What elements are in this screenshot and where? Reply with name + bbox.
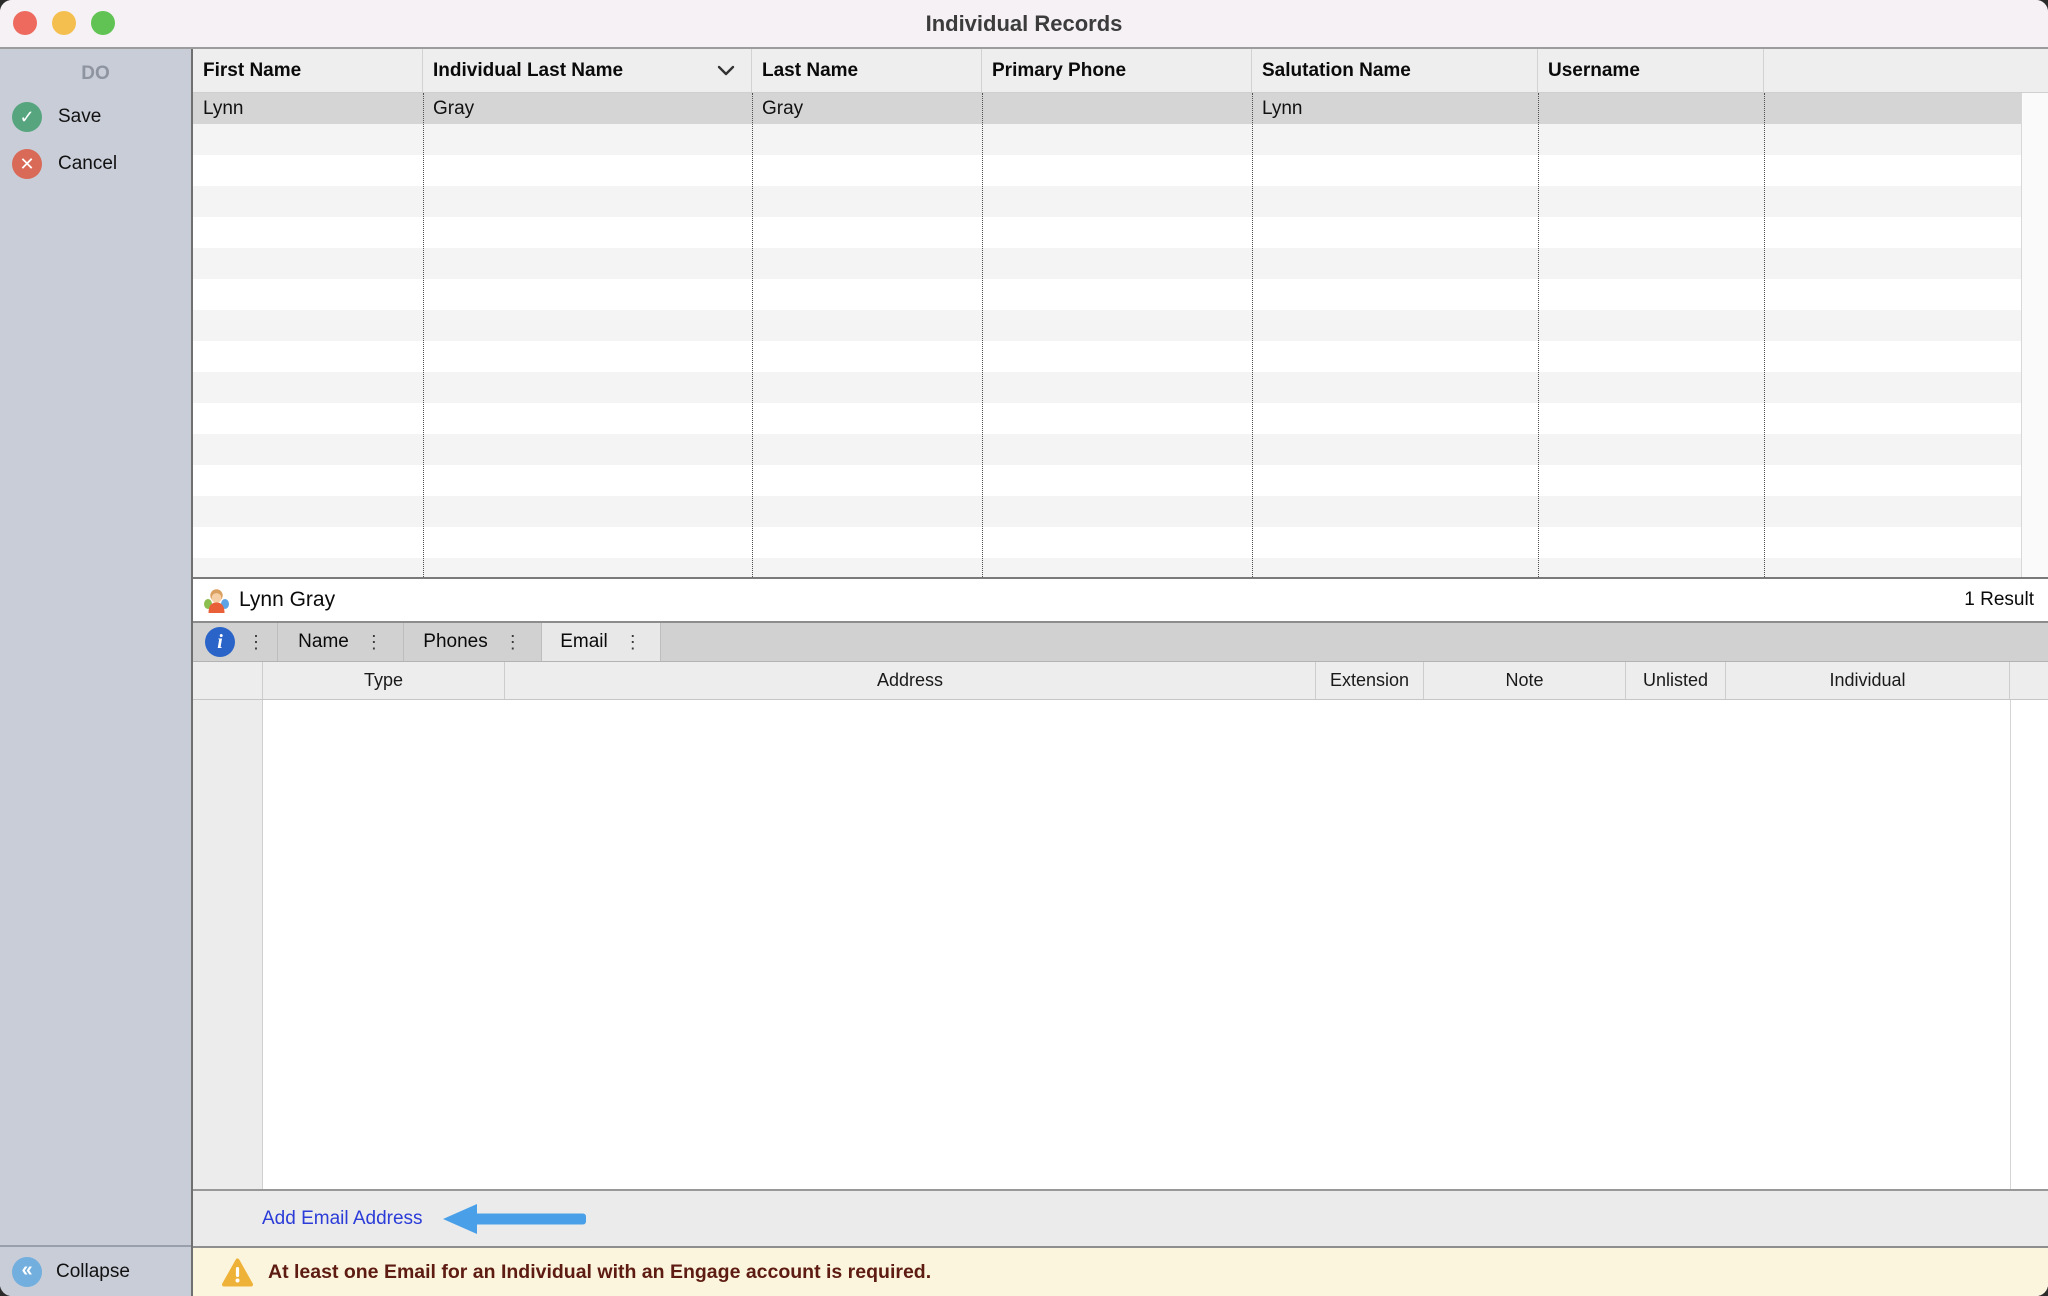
column-header-label: Address [877, 670, 943, 691]
column-header-individual-last-name[interactable]: Individual Last Name [423, 49, 752, 92]
save-button[interactable]: ✓ Save [0, 102, 191, 132]
cell-username [1538, 93, 1764, 124]
column-header-label: Salutation Name [1262, 60, 1411, 82]
sidebar-header: DO [0, 49, 191, 85]
column-header-label: Individual [1829, 670, 1905, 691]
minimize-button[interactable] [52, 11, 76, 35]
column-header-label: Individual Last Name [433, 60, 623, 82]
cell-primary-phone [982, 93, 1252, 124]
column-header-label: Primary Phone [992, 60, 1126, 82]
email-column-individual[interactable]: Individual [1726, 662, 2010, 699]
cell-first-name: Lynn [193, 93, 423, 124]
email-column-type[interactable]: Type [263, 662, 505, 699]
column-header-label: First Name [203, 60, 301, 82]
column-header-first-name[interactable]: First Name [193, 49, 423, 92]
column-header-label: Last Name [762, 60, 858, 82]
window-controls [13, 11, 115, 35]
x-icon: ✕ [12, 149, 42, 179]
column-header-label: Unlisted [1643, 670, 1708, 691]
records-table-header: First Name Individual Last Name Last Nam… [193, 49, 2048, 93]
scrollbar-track[interactable] [2021, 93, 2048, 577]
cancel-label: Cancel [58, 153, 117, 175]
tab-menu-icon[interactable]: ⋮ [247, 633, 265, 651]
column-header-primary-phone[interactable]: Primary Phone [982, 49, 1252, 92]
window-title: Individual Records [926, 11, 1123, 37]
column-divider [982, 93, 983, 577]
email-column-unlisted[interactable]: Unlisted [1626, 662, 1726, 699]
email-column-note[interactable]: Note [1424, 662, 1626, 699]
email-row-gutter-header [193, 662, 263, 699]
column-header-label: Note [1505, 670, 1543, 691]
check-icon: ✓ [12, 102, 42, 132]
column-header-empty [1764, 49, 2048, 92]
tab-email[interactable]: Email ⋮ [542, 623, 661, 661]
double-chevron-left-icon: « [12, 1257, 42, 1287]
column-divider [2010, 700, 2011, 1189]
tab-name[interactable]: Name ⋮ [278, 623, 404, 661]
tab-label: Name [298, 631, 349, 653]
email-column-address[interactable]: Address [505, 662, 1316, 699]
title-bar: Individual Records [0, 0, 2048, 49]
content-area: First Name Individual Last Name Last Nam… [193, 49, 2048, 1296]
records-table-body: Lynn Gray Gray Lynn [193, 93, 2048, 577]
column-divider [752, 93, 753, 577]
detail-header: Lynn Gray 1 Result [193, 579, 2048, 623]
collapse-button[interactable]: « Collapse [0, 1245, 191, 1296]
tab-info[interactable]: i ⋮ [193, 623, 278, 661]
email-footer: Add Email Address [193, 1189, 2048, 1246]
empty-rows-stripes [193, 124, 2021, 577]
cancel-button[interactable]: ✕ Cancel [0, 149, 191, 179]
column-header-last-name[interactable]: Last Name [752, 49, 982, 92]
cell-salutation-name: Lynn [1252, 93, 1538, 124]
table-row[interactable]: Lynn Gray Gray Lynn [193, 93, 2021, 124]
sidebar: DO ✓ Save ✕ Cancel « Collapse [0, 49, 193, 1296]
annotation-arrow-left-icon [443, 1202, 588, 1236]
column-divider [1538, 93, 1539, 577]
warning-bar: At least one Email for an Individual wit… [193, 1246, 2048, 1296]
column-header-username[interactable]: Username [1538, 49, 1764, 92]
warning-triangle-icon [222, 1258, 253, 1287]
cell-last-name: Gray [752, 93, 982, 124]
column-header-label: Extension [1330, 670, 1409, 691]
app-window: Individual Records DO ✓ Save ✕ Cancel « … [0, 0, 2048, 1296]
warning-text: At least one Email for an Individual wit… [268, 1261, 931, 1284]
detail-record-name: Lynn Gray [239, 588, 335, 612]
column-header-label: Type [364, 670, 403, 691]
close-button[interactable] [13, 11, 37, 35]
email-table-header: Type Address Extension Note Unlisted Ind… [193, 662, 2048, 700]
tab-bar-filler [661, 623, 2048, 661]
save-label: Save [58, 106, 101, 128]
tab-label: Phones [423, 631, 487, 653]
collapse-label: Collapse [56, 1261, 130, 1283]
info-icon: i [205, 627, 235, 657]
tab-menu-icon[interactable]: ⋮ [504, 633, 522, 651]
tab-menu-icon[interactable]: ⋮ [365, 633, 383, 651]
add-email-address-link[interactable]: Add Email Address [262, 1208, 423, 1230]
column-divider [1252, 93, 1253, 577]
column-header-label: Username [1548, 60, 1640, 82]
result-count: 1 Result [1964, 589, 2034, 611]
chevron-down-icon [717, 65, 735, 76]
email-row-gutter [193, 700, 263, 1189]
column-divider [1764, 93, 1765, 577]
email-column-extension[interactable]: Extension [1316, 662, 1424, 699]
tab-label: Email [560, 631, 608, 653]
records-rows: Lynn Gray Gray Lynn [193, 93, 2021, 577]
column-divider [423, 93, 424, 577]
cell-individual-last-name: Gray [423, 93, 752, 124]
email-table-body [193, 700, 2048, 1189]
detail-tab-bar: i ⋮ Name ⋮ Phones ⋮ Email ⋮ [193, 623, 2048, 662]
zoom-button[interactable] [91, 11, 115, 35]
column-header-salutation-name[interactable]: Salutation Name [1252, 49, 1538, 92]
tab-phones[interactable]: Phones ⋮ [404, 623, 542, 661]
person-avatar-icon [203, 587, 230, 614]
tab-menu-icon[interactable]: ⋮ [624, 633, 642, 651]
email-column-empty [2010, 662, 2048, 699]
